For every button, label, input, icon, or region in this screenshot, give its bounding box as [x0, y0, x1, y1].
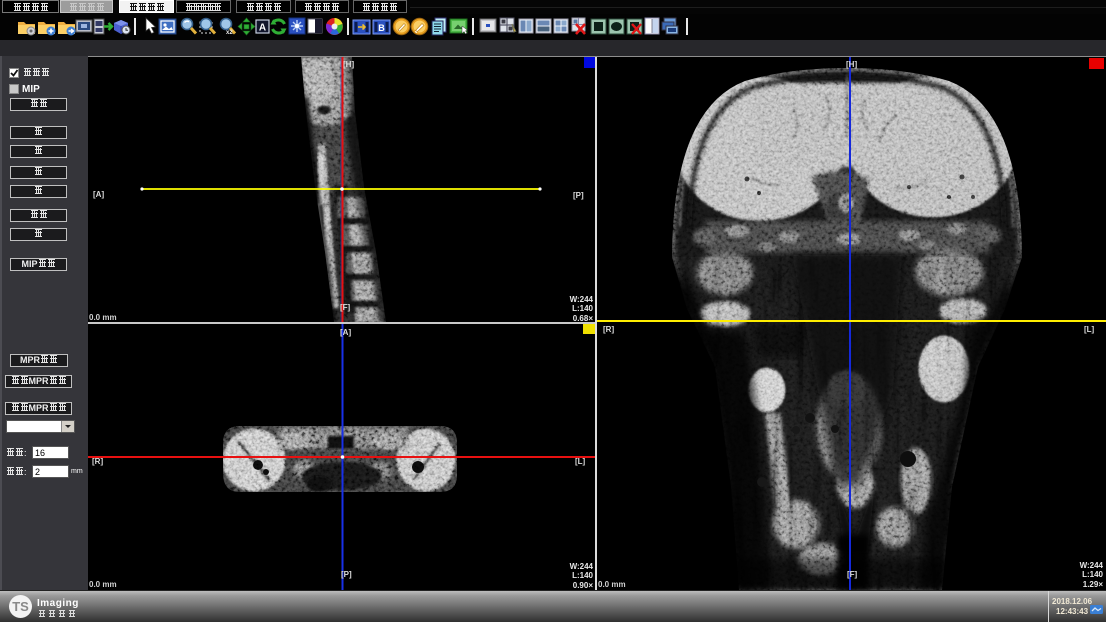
svg-text:A: A [259, 23, 266, 34]
svg-text:x2: x2 [226, 30, 233, 36]
svg-text:B: B [378, 23, 385, 33]
